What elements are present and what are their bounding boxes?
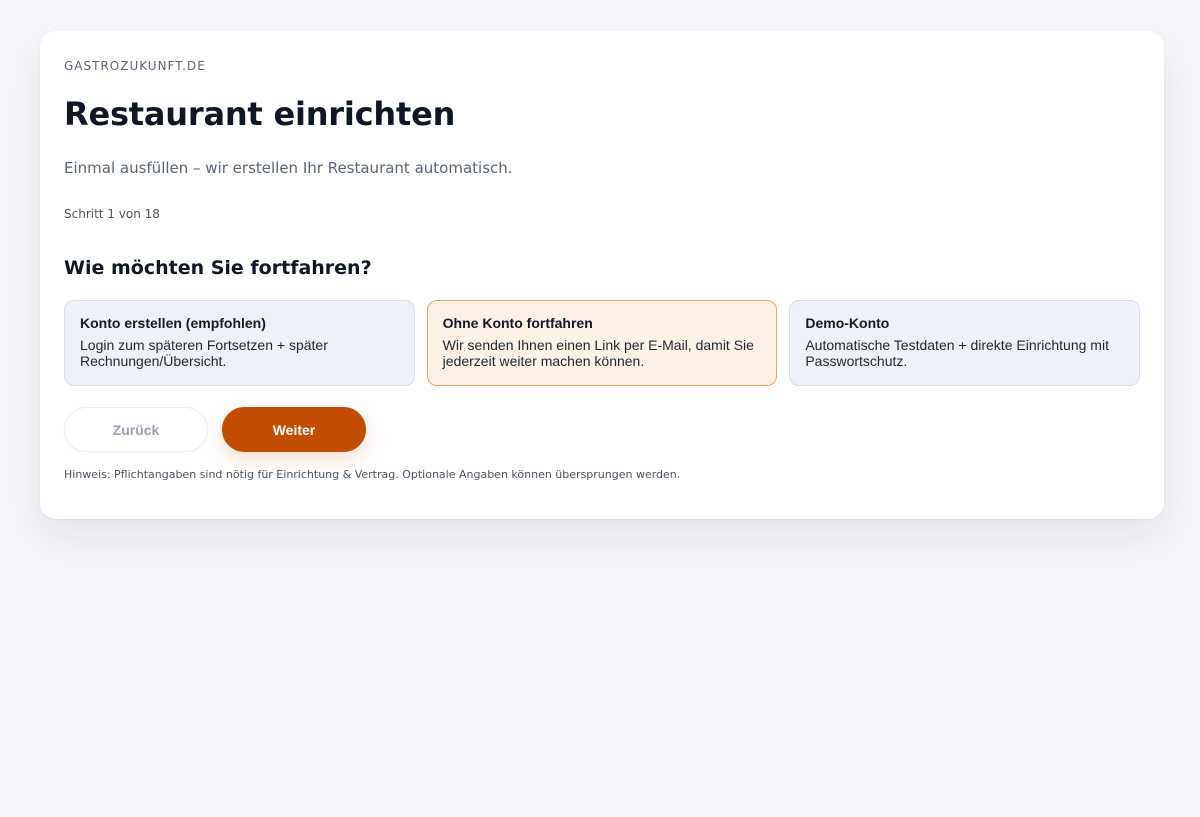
navigation-buttons: Zurück Weiter: [64, 407, 366, 452]
option-description: Automatische Testdaten + direkte Einrich…: [805, 337, 1109, 369]
option-create-account[interactable]: Konto erstellen (empfohlen) Login zum sp…: [64, 300, 415, 386]
brand-label: GASTROZUKUNFT.DE: [64, 59, 206, 73]
option-title: Ohne Konto fortfahren: [442, 315, 593, 331]
option-title: Demo-Konto: [805, 315, 890, 331]
option-continue-without-account[interactable]: Ohne Konto fortfahren Wir senden Ihnen e…: [426, 300, 778, 386]
section-question: Wie möchten Sie fortfahren?: [64, 257, 372, 279]
option-title: Konto erstellen (empfohlen): [80, 315, 266, 331]
option-description: Wir senden Ihnen einen Link per E-Mail, …: [442, 337, 754, 369]
option-demo-account[interactable]: Demo-Konto Automatische Testdaten + dire…: [789, 300, 1141, 386]
page-subtitle: Einmal ausfüllen – wir erstellen Ihr Res…: [64, 159, 513, 177]
step-indicator: Schritt 1 von 18: [64, 207, 160, 221]
option-group: Konto erstellen (empfohlen) Login zum sp…: [64, 300, 1141, 386]
back-button[interactable]: Zurück: [64, 407, 208, 452]
page-title: Restaurant einrichten: [64, 95, 456, 133]
option-description: Login zum späteren Fortsetzen + später R…: [80, 337, 328, 369]
page: GASTROZUKUNFT.DE Restaurant einrichten E…: [0, 0, 1200, 817]
next-button[interactable]: Weiter: [222, 407, 366, 452]
hint-text: Hinweis: Pflichtangaben sind nötig für E…: [64, 468, 681, 481]
setup-card: GASTROZUKUNFT.DE Restaurant einrichten E…: [40, 31, 1164, 519]
